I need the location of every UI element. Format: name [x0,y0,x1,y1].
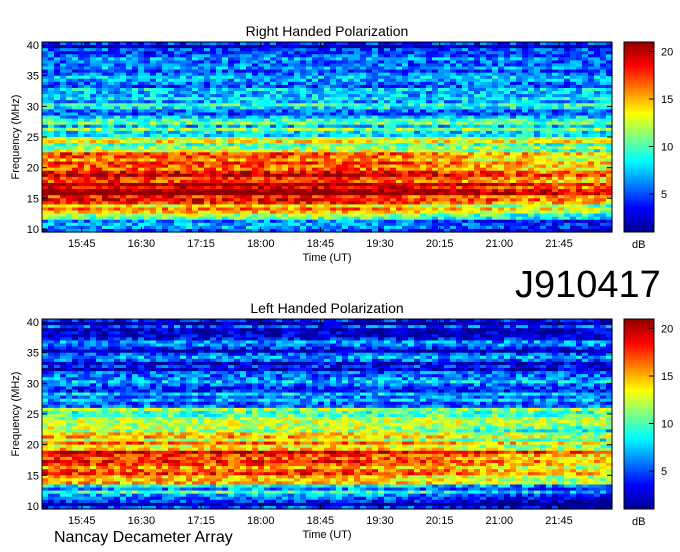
spectrogram-panel-1: Right Handed Polarization10152025303540F… [10,23,673,264]
heatmap-cells [42,42,613,233]
